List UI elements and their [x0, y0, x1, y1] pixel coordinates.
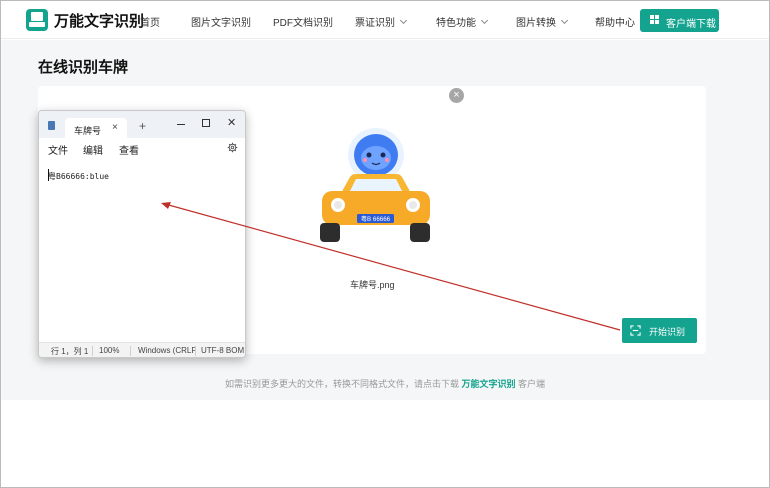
notepad-content: 粤B66666:blue: [48, 172, 109, 181]
nav-features[interactable]: 特色功能: [436, 14, 489, 29]
nav-image-convert[interactable]: 图片转换: [516, 14, 569, 29]
notepad-titlebar[interactable]: 车牌号 × + ✕: [39, 111, 245, 138]
menu-file[interactable]: 文件: [48, 142, 68, 157]
status-line-ending: Windows (CRLF: [138, 346, 197, 355]
notepad-app-icon: [48, 121, 55, 130]
status-zoom: 100%: [99, 346, 120, 355]
client-download-button[interactable]: 客户端下载: [640, 9, 719, 32]
app-logo-icon[interactable]: [26, 9, 48, 31]
nav-features-label: 特色功能: [436, 18, 476, 29]
uploaded-filename: 车牌号.png: [350, 280, 395, 290]
notepad-text-area[interactable]: 粤B66666:blue: [39, 158, 245, 341]
scan-icon: [630, 325, 641, 336]
notepad-statusbar: 行 1，列 1 100% Windows (CRLF UTF-8 BOM: [39, 342, 245, 357]
start-recognition-button[interactable]: 开始识别: [622, 318, 697, 343]
nav-image-ocr[interactable]: 图片文字识别: [191, 14, 251, 29]
footer-hint-text: 如需识别更多更大的文件，转换不同格式文件，请点击下载: [224, 379, 459, 389]
text-caret: [48, 169, 49, 181]
chevron-down-icon: [560, 16, 569, 25]
nav-pdf-ocr[interactable]: PDF文档识别: [273, 14, 333, 29]
client-download-label: 客户端下载: [666, 19, 716, 30]
tab-close-icon[interactable]: ×: [112, 122, 118, 133]
settings-gear-icon[interactable]: [227, 142, 238, 153]
notepad-menubar: 文件 编辑 查看: [39, 138, 245, 158]
menu-view[interactable]: 查看: [119, 142, 139, 157]
start-recognition-label: 开始识别: [649, 327, 686, 337]
nav-image-convert-label: 图片转换: [516, 18, 556, 29]
remove-file-close-icon[interactable]: ×: [449, 88, 464, 103]
footer-hint-suffix: 客户端: [518, 379, 546, 389]
page-title: 在线识别车牌: [38, 59, 129, 76]
license-plate-text: 粤B 66666: [361, 215, 391, 223]
footer-download-hint: 如需识别更多更大的文件，转换不同格式文件，请点击下载 万能文字识别 客户端: [0, 377, 770, 390]
chevron-down-icon: [399, 16, 408, 25]
chevron-down-icon: [480, 16, 489, 25]
minimize-icon[interactable]: [177, 124, 185, 125]
new-tab-plus-icon[interactable]: +: [139, 119, 146, 133]
notepad-tab-title: 车牌号: [74, 126, 102, 136]
nav-help[interactable]: 帮助中心: [595, 14, 635, 29]
maximize-icon[interactable]: [202, 119, 210, 127]
windows-icon: [650, 15, 660, 25]
notepad-tab[interactable]: 车牌号 ×: [65, 118, 127, 138]
nav-home[interactable]: 首页: [140, 14, 160, 29]
top-navbar: 万能文字识别 首页 图片文字识别 PDF文档识别 票证识别 特色功能 图片转换 …: [1, 1, 769, 39]
car-robot-illustration: 粤B 66666: [320, 128, 430, 242]
status-encoding: UTF-8 BOM: [201, 346, 245, 355]
brand-name[interactable]: 万能文字识别: [54, 10, 144, 31]
nav-ticket-ocr-label: 票证识别: [355, 18, 395, 29]
menu-edit[interactable]: 编辑: [83, 142, 103, 157]
window-close-icon[interactable]: ✕: [227, 116, 236, 129]
footer-brand-link[interactable]: 万能文字识别: [461, 379, 515, 389]
notepad-window: 车牌号 × + ✕ 文件 编辑 查看 粤B66666:blue 行 1，列 1 …: [38, 110, 246, 358]
nav-ticket-ocr[interactable]: 票证识别: [355, 14, 408, 29]
status-cursor-position: 行 1，列 1: [51, 347, 89, 356]
